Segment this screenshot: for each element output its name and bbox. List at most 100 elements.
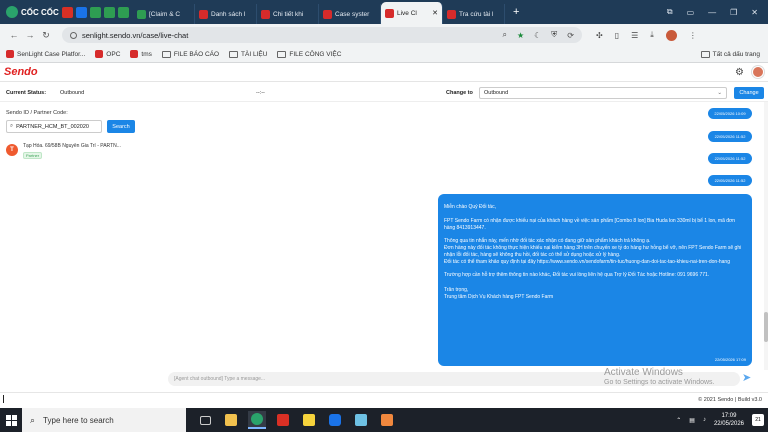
maximize-icon[interactable]: ❐ (730, 8, 737, 17)
network-icon[interactable]: ▤ (689, 417, 695, 424)
bookmark-label: SenLight Case Platfor... (17, 50, 86, 58)
tab-label: Danh sách l (211, 10, 246, 18)
app-icon[interactable] (352, 411, 370, 429)
start-button[interactable] (0, 408, 22, 432)
folder-icon (277, 50, 287, 58)
pinned-sheet-icon[interactable] (118, 6, 129, 18)
status-timer: --:-- (256, 89, 265, 96)
volume-icon[interactable]: ♪ (703, 417, 706, 423)
reload-icon[interactable]: ↻ (38, 30, 54, 41)
list-item[interactable]: T Tạp Hóa. 69/58B Nguyễn Gia Trí - PARTN… (6, 141, 156, 163)
sheet-icon (137, 9, 146, 19)
notification-badge[interactable]: 21 (752, 414, 764, 426)
gmail-icon[interactable] (62, 6, 73, 18)
coccoc-browser-icon[interactable] (248, 411, 266, 429)
bookmark-file-bao-cao[interactable]: FILE BÁO CÁO (161, 50, 220, 58)
pinned-tab-icon[interactable] (76, 6, 87, 18)
send-icon[interactable]: ➤ (742, 371, 751, 384)
download-icon[interactable]: ⤓ (650, 30, 654, 40)
menu-icon[interactable]: ⋮ (689, 31, 697, 40)
star-icon[interactable]: ★ (517, 31, 524, 40)
tab-label: Case syster (335, 10, 370, 18)
browser-brand: CỐC CỐC (0, 6, 62, 18)
pinned-tabs (62, 6, 129, 18)
new-tab-button[interactable]: + (505, 6, 527, 18)
task-view-icon[interactable] (196, 411, 214, 429)
browser-tabbar: CỐC CỐC [Claim & C Danh sách l Chi tiết … (0, 0, 768, 24)
folder-icon (700, 50, 710, 58)
bookmark-label: TÀI LIỆU (241, 50, 268, 58)
tab-label: Chi tiết khi (273, 10, 304, 18)
pinned-sheet-icon[interactable] (90, 6, 101, 18)
shield-icon[interactable]: ⛨ (551, 30, 557, 40)
taskbar-apps (196, 411, 396, 429)
close-window-icon[interactable]: ✕ (751, 8, 758, 17)
sidebar-icon[interactable]: ▯ (615, 31, 619, 40)
change-button[interactable]: Change (734, 86, 764, 99)
wps-office-icon[interactable] (274, 411, 292, 429)
back-icon[interactable]: ← (6, 30, 22, 40)
folder-icon (229, 50, 239, 58)
tab-live-chat[interactable]: Live Cl ✕ (381, 2, 443, 24)
partner-search-input[interactable]: ⌕ PARTNER_HCM_BT_002020 (6, 120, 102, 133)
profile-avatar[interactable] (665, 29, 677, 41)
site-info-icon[interactable] (70, 31, 77, 39)
message-line: Đối tác có thể tham khảo quy định tại đâ… (444, 259, 730, 265)
status-bar: Current Status: Outbound --:-- Change to… (0, 84, 768, 102)
tab-case-system[interactable]: Case syster (319, 4, 381, 24)
file-explorer-icon[interactable] (222, 411, 240, 429)
tab-chi-tiet[interactable]: Chi tiết khi (257, 4, 319, 24)
scrollbar-thumb[interactable] (764, 312, 768, 342)
sticky-notes-icon[interactable] (300, 411, 318, 429)
app-footer: © 2021 Sendo | Build v3.0 (0, 392, 768, 406)
header-actions: ⚙ (735, 66, 764, 78)
screenshot-icon[interactable]: ⧉ (667, 7, 673, 17)
tab-list: [Claim & C Danh sách l Chi tiết khi Case… (133, 0, 505, 24)
app-icon[interactable] (378, 411, 396, 429)
tab-claim[interactable]: [Claim & C (133, 4, 195, 24)
folder-icon (161, 50, 171, 58)
tab-label: Live Cl (397, 9, 417, 17)
message-timestamp: 22/05/2026 11:52 (708, 131, 752, 142)
reading-list-icon[interactable]: ☰ (631, 31, 638, 40)
sendo-icon (447, 9, 456, 19)
minimize-icon[interactable]: — (708, 8, 716, 17)
bookmark-senlight[interactable]: SenLight Case Platfor... (6, 50, 85, 58)
url-input[interactable]: senlight.sendo.vn/case/live-chat ⌕ ★ ☾ ⛨… (62, 27, 582, 43)
tab-danh-sach[interactable]: Danh sách l (195, 4, 257, 24)
bookmark-opc[interactable]: OPC (95, 50, 120, 58)
zalo-icon[interactable] (326, 411, 344, 429)
puzzle-icon[interactable]: ✣ (596, 31, 603, 40)
pinned-sheet-icon[interactable] (104, 6, 115, 18)
coccoc-logo-icon (6, 6, 18, 18)
clock[interactable]: 17:09 22/05/2026 (714, 412, 744, 428)
sendo-icon (130, 50, 139, 58)
user-avatar[interactable] (752, 66, 764, 78)
search-button[interactable]: Search (107, 120, 135, 133)
taskbar-search[interactable]: ⌕ Type here to search (22, 408, 186, 432)
watermark-subtitle: Go to Settings to activate Windows. (604, 379, 715, 386)
extensions-icon[interactable]: ▭ (687, 8, 695, 17)
message-time: 22/05/2026 17:09 (714, 357, 746, 362)
bookmark-tai-lieu[interactable]: TÀI LIỆU (229, 50, 268, 58)
dark-mode-icon[interactable]: ☾ (534, 31, 541, 40)
bookmark-label: FILE BÁO CÁO (173, 50, 220, 58)
chat-scrollbar[interactable] (764, 102, 768, 370)
sendo-icon (385, 8, 394, 18)
sendo-logo[interactable]: Sendo (4, 66, 38, 78)
gear-icon[interactable]: ⚙ (735, 67, 744, 78)
bookmark-tms[interactable]: tms (130, 50, 152, 58)
bookmark-file-cong-viec[interactable]: FILE CÔNG VIỆC (277, 50, 341, 58)
zoom-icon[interactable]: ⌕ (502, 30, 506, 40)
refresh-page-icon[interactable]: ⟳ (567, 31, 574, 40)
all-bookmarks[interactable]: Tất cả dấu trang (700, 50, 768, 58)
contact-name: Tạp Hóa. 69/58B Nguyễn Gia Trí - PARTN..… (23, 143, 121, 149)
forward-icon[interactable]: → (22, 30, 38, 40)
bookmarks-bar: SenLight Case Platfor... OPC tms FILE BÁ… (0, 46, 768, 63)
status-select[interactable]: Outbound ⌄ (479, 86, 727, 99)
chevron-up-icon[interactable]: ⌃ (676, 417, 681, 424)
close-tab-icon[interactable]: ✕ (432, 9, 438, 17)
tab-tra-cuu[interactable]: Tra cứu tài l (443, 4, 505, 24)
chevron-down-icon: ⌄ (717, 89, 722, 96)
bookmark-label: tms (141, 50, 152, 58)
